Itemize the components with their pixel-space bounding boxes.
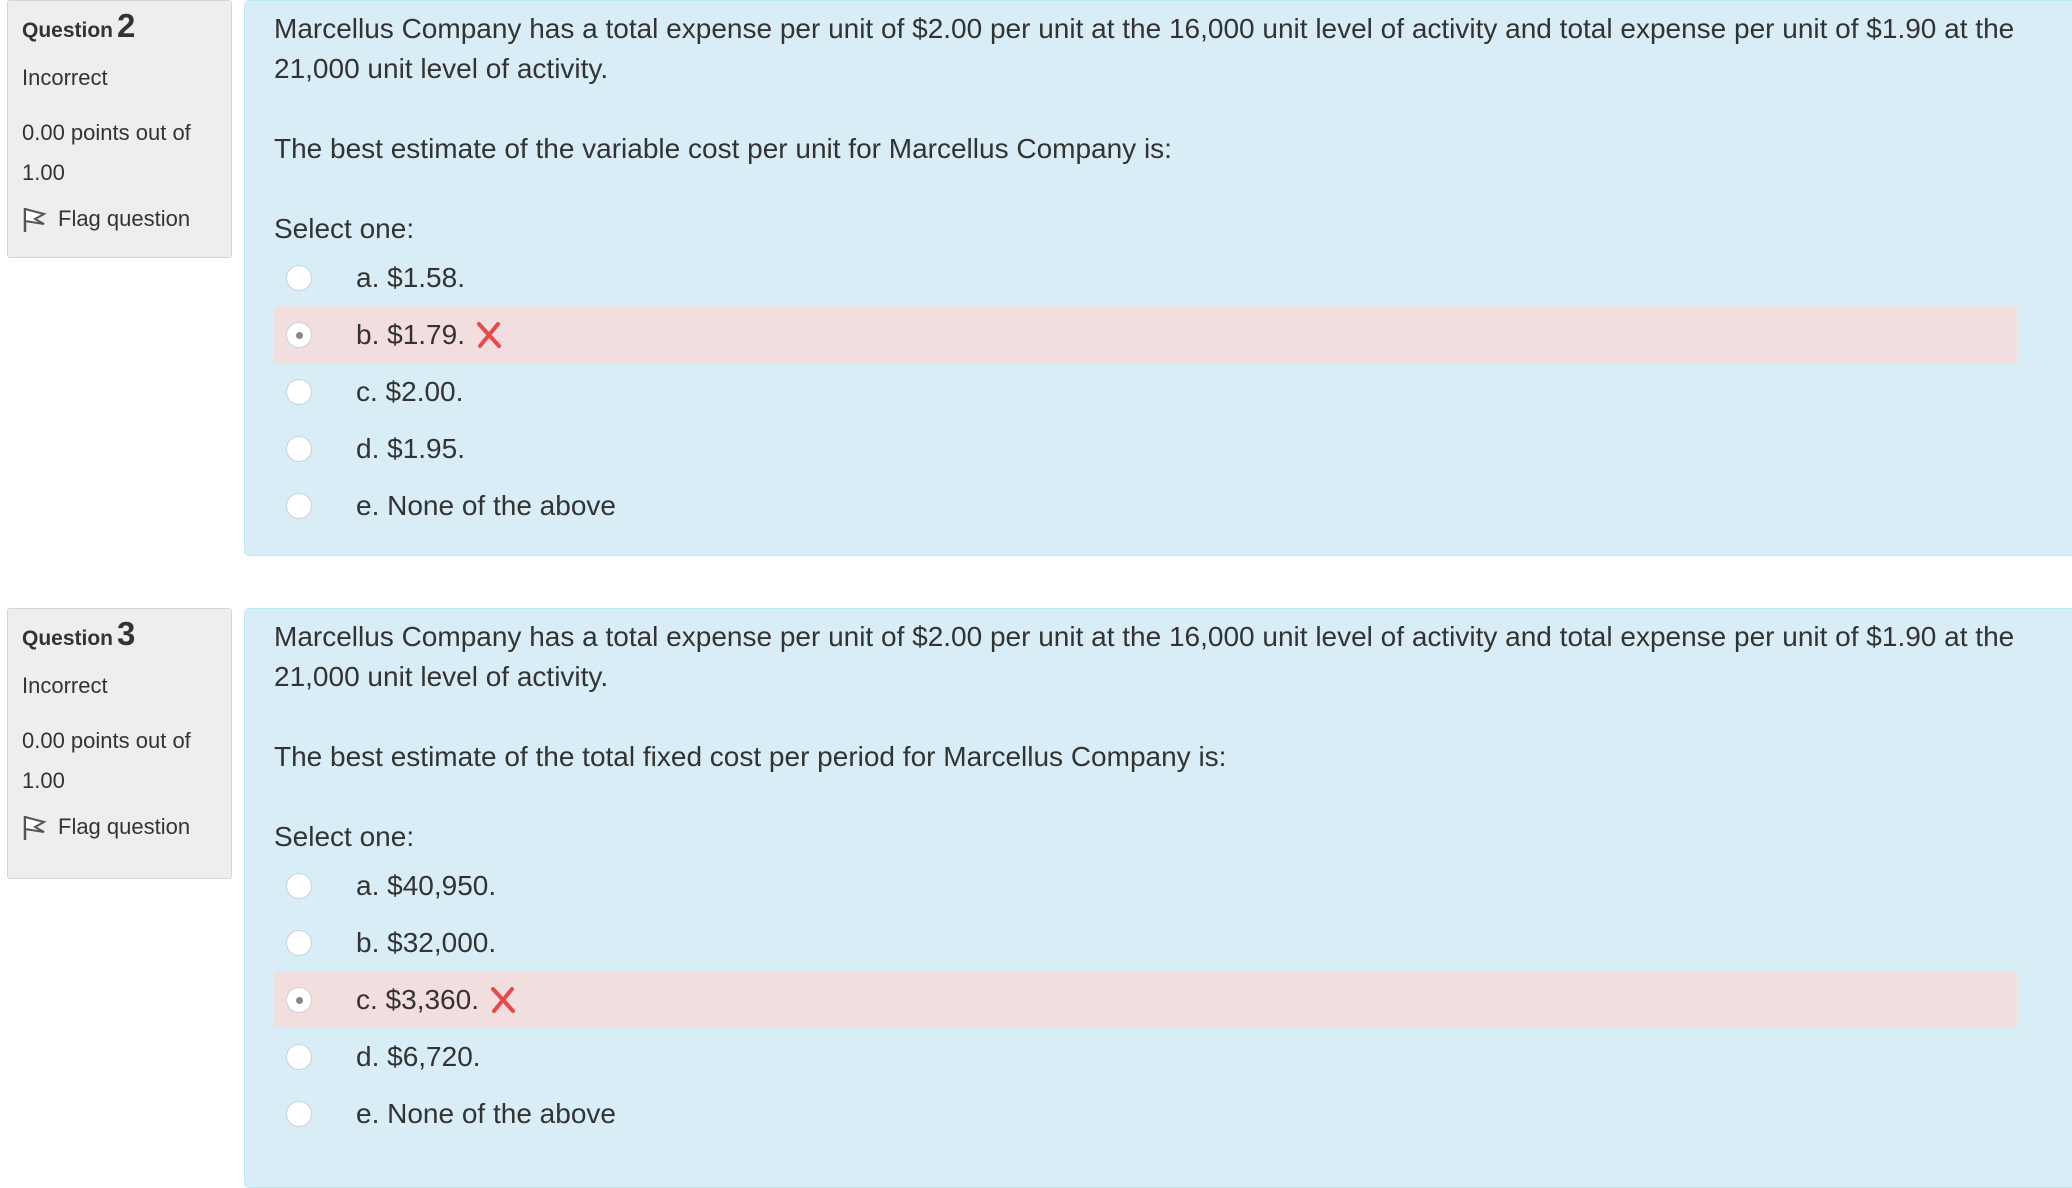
question-content: Marcellus Company has a total expense pe… (244, 0, 2072, 556)
answer-radio[interactable] (286, 929, 312, 956)
answer-option[interactable]: a. $1.58. (274, 249, 2017, 306)
answer-list: a. $40,950. b. $32,000. c. $3,360. d. $6… (274, 857, 2055, 1142)
question-label: Question (22, 19, 114, 42)
answer-radio[interactable] (286, 264, 312, 291)
flag-question-label: Flag question (58, 814, 191, 839)
question-content: Marcellus Company has a total expense pe… (244, 608, 2072, 1188)
answer-label: c. $2.00. (356, 375, 464, 407)
answer-label: e. None of the above (356, 1097, 616, 1129)
question-number-value: 3 (117, 615, 136, 652)
answer-option[interactable]: c. $2.00. (274, 363, 2017, 420)
answer-radio[interactable] (286, 1100, 312, 1127)
answer-radio-checked[interactable] (286, 321, 312, 348)
answer-label: e. None of the above (356, 489, 616, 521)
question-info: Question 3 Incorrect 0.00 points out of 1… (7, 608, 232, 879)
answer-label: c. $3,360. (356, 983, 479, 1015)
select-one-prompt: Select one: (274, 821, 415, 852)
question-grade: 0.00 points out of 1.00 (22, 728, 191, 793)
answer-option[interactable]: a. $40,950. (274, 857, 2017, 914)
question-3: Question 3 Incorrect 0.00 points out of 1… (0, 608, 2072, 1188)
question-grade: 0.00 points out of 1.00 (22, 120, 191, 185)
question-text: Marcellus Company has a total expense pe… (274, 621, 2015, 692)
answer-option-selected-incorrect[interactable]: c. $3,360. (274, 971, 2017, 1028)
incorrect-x-icon (490, 986, 515, 1013)
flag-question-label: Flag question (58, 206, 191, 231)
question-text: Marcellus Company has a total expense pe… (274, 13, 2015, 84)
answer-option[interactable]: d. $6,720. (274, 1028, 2017, 1085)
flag-question-button[interactable]: Flag question (22, 813, 217, 841)
question-subtext: The best estimate of the total fixed cos… (274, 741, 1227, 772)
answer-radio[interactable] (286, 872, 312, 899)
answer-label: d. $1.95. (356, 432, 465, 464)
answer-option-selected-incorrect[interactable]: b. $1.79. (274, 306, 2017, 363)
answer-radio[interactable] (286, 378, 312, 405)
incorrect-x-icon (476, 321, 501, 348)
answer-label: a. $40,950. (356, 869, 497, 901)
answer-option[interactable]: e. None of the above (274, 1085, 2017, 1142)
question-2: Question 2 Incorrect 0.00 points out of 1… (0, 0, 2072, 556)
question-info: Question 2 Incorrect 0.00 points out of 1… (7, 0, 232, 258)
answer-list: a. $1.58. b. $1.79. c. $2.00. d. $1.95. … (274, 249, 2055, 534)
answer-radio[interactable] (286, 492, 312, 519)
answer-radio[interactable] (286, 435, 312, 462)
answer-option[interactable]: e. None of the above (274, 477, 2017, 534)
flag-question-button[interactable]: Flag question (22, 205, 217, 233)
answer-radio-checked[interactable] (286, 986, 312, 1013)
answer-label: b. $1.79. (356, 318, 465, 350)
answer-option[interactable]: b. $32,000. (274, 914, 2017, 971)
question-state: Incorrect (22, 65, 108, 90)
flag-icon (23, 207, 47, 232)
select-one-prompt: Select one: (274, 213, 415, 244)
question-number: Question 2 (22, 7, 217, 45)
answer-label: a. $1.58. (356, 261, 465, 293)
question-subtext: The best estimate of the variable cost p… (274, 133, 1172, 164)
flag-icon (23, 815, 47, 840)
question-number-value: 2 (117, 7, 136, 44)
answer-option[interactable]: d. $1.95. (274, 420, 2017, 477)
question-number: Question 3 (22, 615, 217, 653)
answer-label: b. $32,000. (356, 926, 497, 958)
question-state: Incorrect (22, 673, 108, 698)
answer-label: d. $6,720. (356, 1040, 481, 1072)
question-label: Question (22, 627, 114, 650)
answer-radio[interactable] (286, 1043, 312, 1070)
